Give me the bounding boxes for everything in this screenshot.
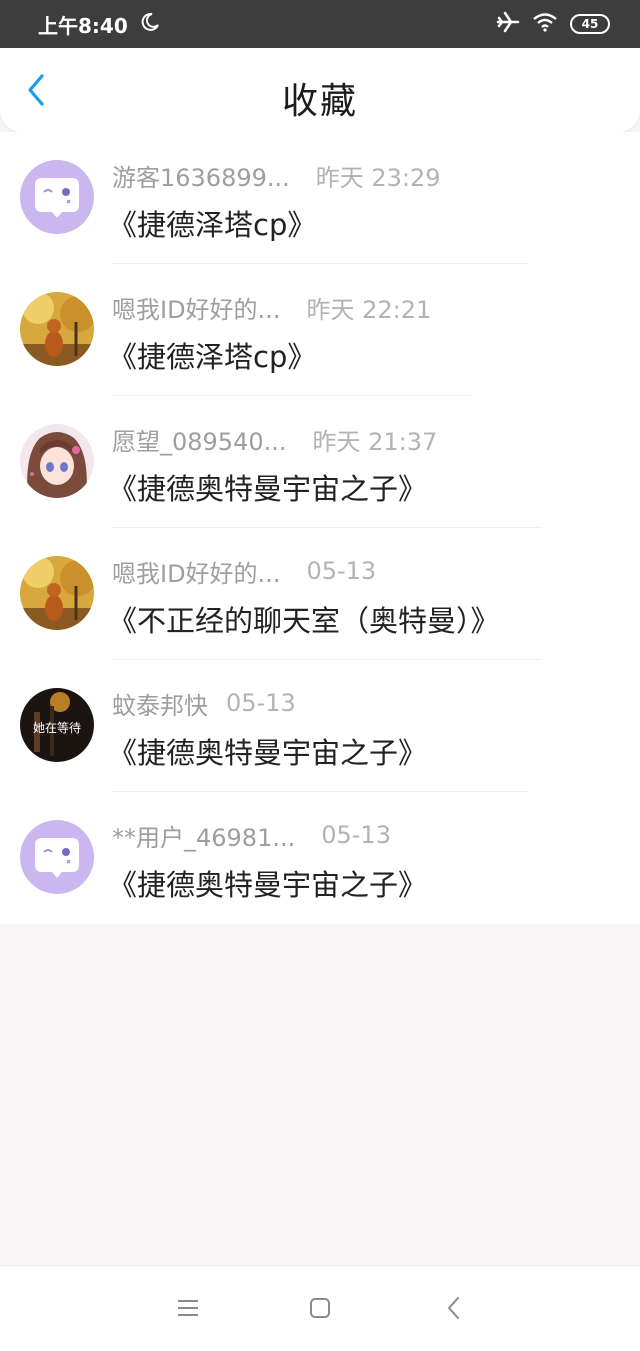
item-username: 蚊泰邦快 xyxy=(112,691,208,720)
favorites-list: 游客1636899... 昨天 23:29 《捷德泽塔cp》 嗯我ID好好的..… xyxy=(0,132,640,924)
item-meta: 嗯我ID好好的... 05-13 xyxy=(112,554,376,588)
moon-icon xyxy=(140,12,160,37)
status-bar: 上午8:40 45 xyxy=(0,0,640,48)
item-username: 游客1636899... xyxy=(112,163,290,192)
home-button[interactable] xyxy=(304,1294,336,1326)
system-nav-bar xyxy=(0,1265,640,1351)
list-item[interactable]: 嗯我ID好好的... 昨天 22:21 《捷德泽塔cp》 xyxy=(0,264,640,396)
item-time: 昨天 21:37 xyxy=(312,427,438,456)
header: 收藏 xyxy=(0,48,640,132)
item-title: 《捷德奥特曼宇宙之子》 xyxy=(108,868,428,902)
night-photo-avatar: 她在等待 xyxy=(20,688,94,762)
item-title: 《捷德泽塔cp》 xyxy=(108,340,317,374)
list-item[interactable]: 愿望_089540... 昨天 21:37 《捷德奥特曼宇宙之子》 xyxy=(0,396,640,528)
list-item[interactable]: 游客1636899... 昨天 23:29 《捷德泽塔cp》 xyxy=(0,132,640,264)
item-title: 《不正经的聊天室（奥特曼）》 xyxy=(108,604,500,638)
item-time: 05-13 xyxy=(306,557,377,585)
nav-back-button[interactable] xyxy=(438,1294,470,1326)
default-avatar xyxy=(20,820,94,894)
avatar-caption: 她在等待 xyxy=(33,721,81,735)
back-icon xyxy=(446,1296,462,1324)
page-title: 收藏 xyxy=(281,81,358,122)
item-username: 嗯我ID好好的... xyxy=(112,295,281,324)
item-time: 昨天 23:29 xyxy=(315,163,441,192)
item-title: 《捷德奥特曼宇宙之子》 xyxy=(108,736,428,770)
item-username: **用户_46981... xyxy=(112,823,296,852)
anime-girl-avatar xyxy=(20,424,94,498)
battery-icon: 45 xyxy=(570,14,610,34)
item-title: 《捷德泽塔cp》 xyxy=(108,208,317,242)
item-time: 05-13 xyxy=(226,689,296,717)
item-time: 05-13 xyxy=(321,821,391,849)
item-meta: 游客1636899... 昨天 23:29 xyxy=(112,158,441,192)
item-meta: 愿望_089540... 昨天 21:37 xyxy=(112,422,437,456)
item-meta: 蚊泰邦快 05-13 xyxy=(112,686,296,720)
status-left: 上午8:40 xyxy=(38,10,160,39)
item-username: 愿望_089540... xyxy=(112,427,287,456)
item-meta: 嗯我ID好好的... 昨天 22:21 xyxy=(112,290,431,324)
home-square-icon xyxy=(308,1296,332,1324)
list-item[interactable]: 嗯我ID好好的... 05-13 《不正经的聊天室（奥特曼）》 xyxy=(0,528,640,660)
status-time: 上午8:40 xyxy=(38,13,128,38)
wifi-icon xyxy=(532,12,558,36)
item-title: 《捷德奥特曼宇宙之子》 xyxy=(108,472,428,506)
menu-button[interactable] xyxy=(172,1294,204,1326)
airplane-icon xyxy=(496,11,520,37)
default-avatar xyxy=(20,160,94,234)
menu-icon xyxy=(176,1298,200,1322)
list-item[interactable]: 她在等待 蚊泰邦快 05-13 《捷德奥特曼宇宙之子》 xyxy=(0,660,640,792)
item-meta: **用户_46981... 05-13 xyxy=(112,818,391,852)
item-time: 昨天 22:21 xyxy=(306,295,432,324)
dog-photo-avatar xyxy=(20,292,94,366)
list-item[interactable]: **用户_46981... 05-13 《捷德奥特曼宇宙之子》 xyxy=(0,792,640,924)
status-right: 45 xyxy=(496,11,610,37)
item-username: 嗯我ID好好的... xyxy=(112,559,281,588)
dog-photo-avatar xyxy=(20,556,94,630)
